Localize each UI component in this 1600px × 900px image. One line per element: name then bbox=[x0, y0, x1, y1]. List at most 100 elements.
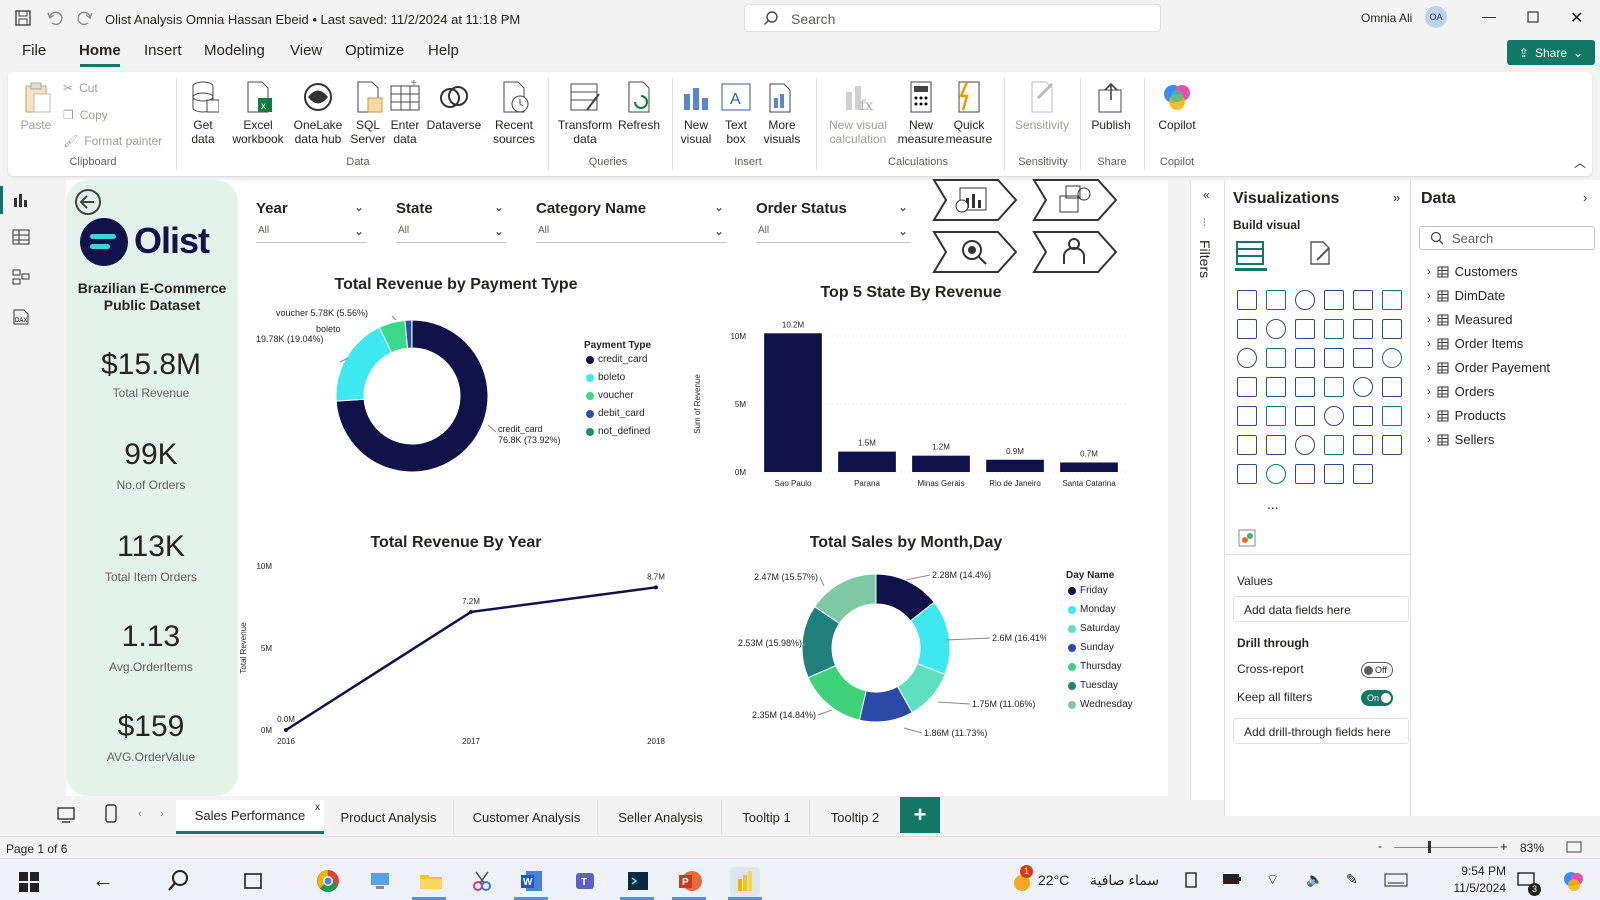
new-visual-button[interactable]: New visual bbox=[676, 80, 716, 146]
word-icon[interactable]: W bbox=[520, 869, 544, 893]
viz-100-column-icon[interactable] bbox=[1382, 290, 1402, 310]
add-page-button[interactable]: + bbox=[900, 797, 940, 833]
zoom-slider[interactable] bbox=[1394, 847, 1498, 848]
battery-icon[interactable] bbox=[1222, 873, 1242, 885]
chrome-icon[interactable] bbox=[316, 869, 340, 893]
viz-stacked-area-icon[interactable] bbox=[1295, 319, 1315, 339]
next-page-icon[interactable]: › bbox=[160, 808, 164, 820]
bar-rio-de-janeiro[interactable] bbox=[986, 459, 1044, 472]
quick-measure-button[interactable]: Quick measure bbox=[946, 80, 992, 146]
legend-item-thursday[interactable]: Thursday bbox=[1068, 661, 1133, 672]
viz-100-bar-icon[interactable] bbox=[1353, 290, 1373, 310]
legend-item-tuesday[interactable]: Tuesday bbox=[1068, 680, 1133, 691]
report-view-icon[interactable] bbox=[12, 190, 30, 208]
legend-item-boleto[interactable]: boleto bbox=[586, 372, 650, 383]
nav-seller-button[interactable] bbox=[1032, 230, 1118, 274]
cross-report-toggle[interactable]: Off bbox=[1361, 662, 1393, 678]
viz-metrics-icon[interactable] bbox=[1324, 464, 1344, 484]
keep-filters-toggle[interactable]: On bbox=[1361, 690, 1393, 706]
data-table-measured[interactable]: › Measured bbox=[1427, 312, 1550, 327]
menu-modeling[interactable]: Modeling bbox=[204, 42, 265, 59]
collapse-pane-icon[interactable]: › bbox=[1583, 190, 1587, 205]
build-visual-tab-icon[interactable] bbox=[1235, 240, 1265, 266]
tablet-icon[interactable] bbox=[1184, 872, 1198, 888]
enter-data-button[interactable]: + Enter data bbox=[388, 80, 422, 146]
zoom-out-icon[interactable]: - bbox=[1378, 839, 1382, 853]
slicer-year[interactable]: Year ⌄ All ⌄ bbox=[256, 200, 366, 243]
clock-time[interactable]: 9:54 PM bbox=[1436, 864, 1506, 878]
viz-ribbon-icon[interactable] bbox=[1324, 319, 1344, 339]
viz-multi-row-card-icon[interactable] bbox=[1237, 406, 1257, 426]
viz-gauge-icon[interactable] bbox=[1353, 377, 1373, 397]
chevron-right-icon[interactable]: › bbox=[1427, 434, 1431, 446]
format-painter-button[interactable]: 🖌 Format painter bbox=[63, 134, 162, 148]
viz-clustered-column-icon[interactable] bbox=[1324, 290, 1344, 310]
viz-line-stacked-icon[interactable] bbox=[1237, 348, 1257, 368]
viz-goals-icon[interactable] bbox=[1237, 464, 1257, 484]
donut-day[interactable]: 2.28M (14.4%) 2.6M (16.41%) 1.75M (11.06%)… bbox=[706, 560, 1046, 750]
viz-r-script-icon[interactable] bbox=[1382, 406, 1402, 426]
copy-button[interactable]: ❐ Copy bbox=[63, 108, 108, 122]
menu-insert[interactable]: Insert bbox=[144, 42, 182, 59]
viz-power-apps-icon[interactable] bbox=[1266, 464, 1286, 484]
onelake-button[interactable]: OneLake data hub bbox=[288, 80, 348, 146]
new-measure-button[interactable]: New measure bbox=[898, 80, 944, 146]
text-box-button[interactable]: A Text box bbox=[718, 80, 754, 146]
viz-shape-map-icon[interactable] bbox=[1295, 377, 1315, 397]
page-tab-customer-analysis[interactable]: Customer Analysis bbox=[456, 800, 598, 834]
nav-customer-button[interactable] bbox=[932, 230, 1018, 274]
viz-table-icon[interactable] bbox=[1324, 406, 1344, 426]
volume-icon[interactable]: 🔈 bbox=[1306, 871, 1323, 888]
viz-kpi-icon[interactable] bbox=[1266, 406, 1286, 426]
prev-page-icon[interactable]: ‹ bbox=[138, 808, 142, 820]
viz-map-icon[interactable] bbox=[1237, 377, 1257, 397]
publish-button[interactable]: Publish bbox=[1088, 80, 1134, 132]
viz-line-column-icon[interactable] bbox=[1382, 319, 1402, 339]
viz-decomposition-icon[interactable] bbox=[1295, 435, 1315, 455]
wifi-icon[interactable]: ⌔ bbox=[1266, 871, 1279, 889]
viz-python-icon[interactable] bbox=[1237, 435, 1257, 455]
collapse-ribbon-icon[interactable]: ︿ bbox=[1574, 154, 1586, 171]
share-button[interactable]: ⇪ Share ⌄ bbox=[1507, 40, 1595, 65]
legend-item-debit-card[interactable]: debit_card bbox=[586, 408, 650, 419]
legend-item-saturday[interactable]: Saturday bbox=[1068, 623, 1133, 634]
maximize-icon[interactable] bbox=[1527, 11, 1539, 23]
menu-file[interactable]: File bbox=[22, 42, 46, 59]
transform-data-button[interactable]: Transform data bbox=[554, 80, 616, 146]
computer-icon[interactable] bbox=[368, 869, 392, 893]
menu-optimize[interactable]: Optimize bbox=[345, 42, 404, 59]
snipping-tool-icon[interactable] bbox=[470, 869, 494, 893]
chevron-right-icon[interactable]: › bbox=[1427, 386, 1431, 398]
chevron-down-icon[interactable]: ⌄ bbox=[503, 11, 511, 22]
page-tab-tooltip-2[interactable]: Tooltip 2 bbox=[812, 800, 898, 834]
copilot-taskbar-icon[interactable] bbox=[1562, 869, 1586, 893]
zoom-slider-thumb[interactable] bbox=[1428, 841, 1431, 853]
page-tab-seller-analysis[interactable]: Seller Analysis bbox=[600, 800, 722, 834]
search-box[interactable]: Search bbox=[744, 4, 1161, 32]
bar-chart-states[interactable]: 0M 5M 10M Sum of Revenue 10.2M Sao Paulo 1.5M P… bbox=[676, 308, 1146, 498]
zoom-in-icon[interactable]: + bbox=[1500, 839, 1508, 854]
legend-item-voucher[interactable]: voucher bbox=[586, 390, 650, 401]
dataverse-button[interactable]: Dataverse bbox=[426, 80, 482, 132]
dax-query-icon[interactable]: DAX bbox=[12, 308, 30, 326]
viz-filled-map-icon[interactable] bbox=[1266, 377, 1286, 397]
values-drop-zone[interactable]: Add data fields here bbox=[1233, 596, 1409, 622]
save-icon[interactable] bbox=[14, 9, 32, 27]
viz-power-automate-icon[interactable] bbox=[1295, 464, 1315, 484]
collapse-pane-icon[interactable]: » bbox=[1393, 190, 1400, 205]
line-point-2018[interactable] bbox=[654, 585, 658, 590]
viz-funnel-icon[interactable] bbox=[1266, 348, 1286, 368]
viz-line-icon[interactable] bbox=[1237, 319, 1257, 339]
line-chart-year[interactable]: 0M 5M 10M Total Revenue 0.0M 2016 7.2M 2017 8.7M… bbox=[232, 556, 682, 756]
data-table-sellers[interactable]: › Sellers bbox=[1427, 432, 1550, 447]
slicer-state[interactable]: State ⌄ All ⌄ bbox=[396, 200, 506, 243]
viz-card-icon[interactable] bbox=[1382, 377, 1402, 397]
nav-product-button[interactable] bbox=[1032, 178, 1118, 222]
chevron-right-icon[interactable]: › bbox=[1427, 362, 1431, 374]
bar-minas-gerais[interactable] bbox=[912, 455, 970, 472]
viz-donut-icon[interactable] bbox=[1353, 348, 1373, 368]
terminal-icon[interactable] bbox=[626, 869, 650, 893]
close-icon[interactable]: ✕ bbox=[1570, 8, 1583, 28]
back-icon[interactable]: ← bbox=[92, 867, 114, 893]
viz-qa-icon[interactable] bbox=[1324, 435, 1344, 455]
